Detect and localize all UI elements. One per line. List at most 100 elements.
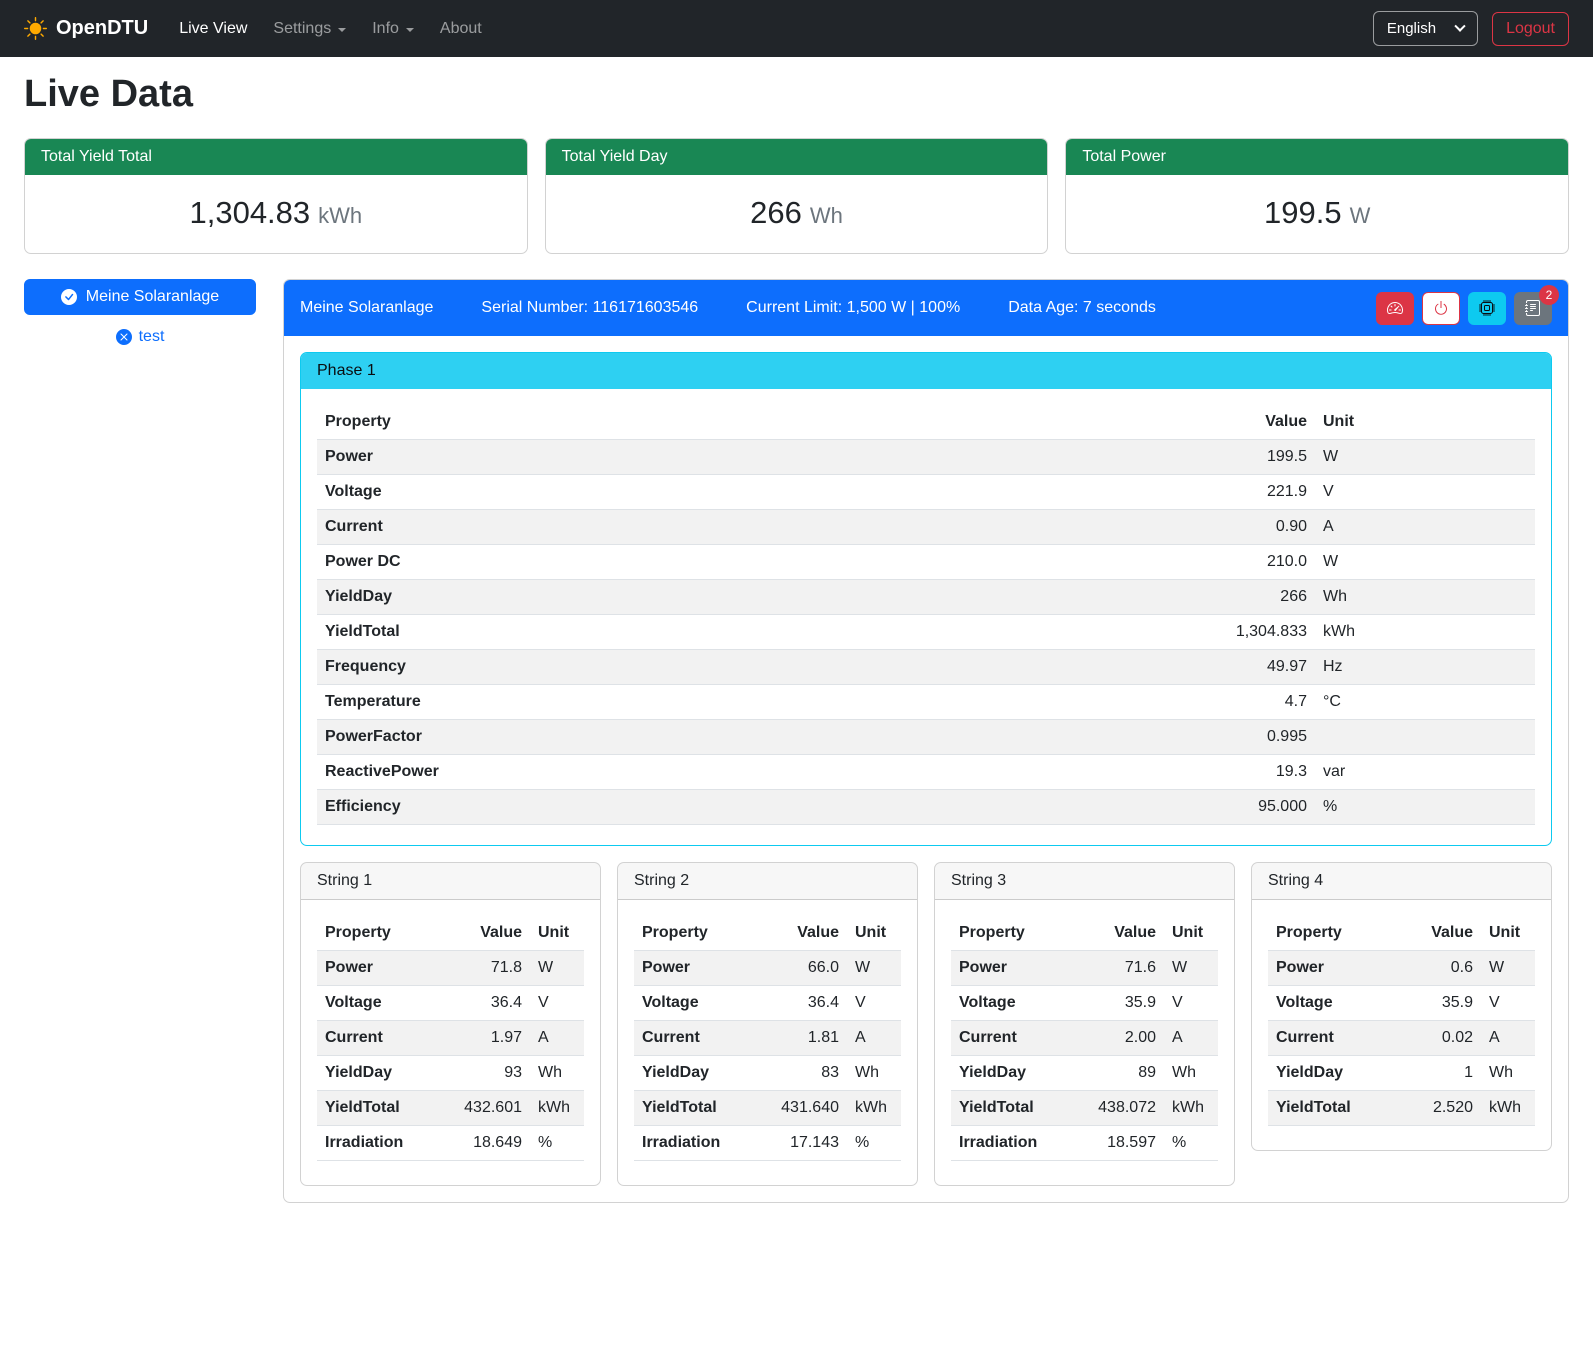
property-cell: Voltage [317, 986, 438, 1021]
property-cell: YieldDay [1268, 1056, 1389, 1091]
property-cell: Voltage [1268, 986, 1389, 1021]
unit-cell: var [1315, 755, 1535, 790]
logout-button[interactable]: Logout [1492, 12, 1569, 46]
property-cell: Current [634, 1021, 755, 1056]
unit-cell: kWh [1481, 1091, 1535, 1126]
string-card-body: PropertyValueUnit Power 0.6 W Voltage 35… [1252, 900, 1551, 1150]
property-cell: Current [317, 510, 1205, 545]
nav-item-settings[interactable]: Settings [260, 12, 359, 46]
data-age: Data Age: 7 seconds [1008, 299, 1156, 317]
page-title: Live Data [24, 73, 1569, 116]
table-row: Power 71.8 W [317, 951, 584, 986]
value-cell: 18.649 [438, 1126, 530, 1161]
nav-item-about[interactable]: About [427, 12, 495, 46]
value-cell: 35.9 [1072, 986, 1164, 1021]
string-card-title: String 4 [1252, 863, 1551, 900]
journal-button[interactable]: 2 [1514, 292, 1552, 325]
inverter-sidebar: Meine Solaranlage test [24, 279, 256, 350]
table-row: YieldDay 83 Wh [634, 1056, 901, 1091]
value-cell: 36.4 [755, 986, 847, 1021]
nav-item-live-view[interactable]: Live View [166, 12, 260, 46]
table-row: YieldDay 93 Wh [317, 1056, 584, 1091]
current-limit: Current Limit: 1,500 W | 100% [746, 299, 960, 317]
data-table: PropertyValueUnit Power 71.8 W Voltage 3… [317, 916, 584, 1161]
unit-cell: W [1481, 951, 1535, 986]
value-cell: 1,304.833 [1205, 615, 1315, 650]
data-table: PropertyValueUnit Power 66.0 W Voltage 3… [634, 916, 901, 1161]
summary-card-body: 199.5W [1066, 175, 1568, 253]
phase-card: Phase 1 PropertyValueUnit Power 199.5 W … [300, 352, 1552, 846]
value-cell: 438.072 [1072, 1091, 1164, 1126]
column-header-value: Value [755, 916, 847, 951]
property-cell: Voltage [317, 475, 1205, 510]
speedometer-icon [1387, 300, 1403, 316]
property-cell: Voltage [634, 986, 755, 1021]
summary-card-total-power: Total Power 199.5W [1065, 138, 1569, 254]
brand-link[interactable]: OpenDTU [24, 17, 148, 40]
unit-cell: W [847, 951, 901, 986]
table-row: Irradiation 17.143 % [634, 1126, 901, 1161]
value-cell: 266 [1205, 580, 1315, 615]
inverter-select-meine-solaranlage[interactable]: Meine Solaranlage [24, 279, 256, 315]
speedometer-button[interactable] [1376, 292, 1414, 325]
cpu-icon [1479, 300, 1495, 316]
language-select[interactable]: English [1373, 11, 1478, 46]
brand-label: OpenDTU [56, 17, 148, 40]
table-row: YieldTotal 432.601 kWh [317, 1091, 584, 1126]
string-card-body: PropertyValueUnit Power 66.0 W Voltage 3… [618, 900, 917, 1185]
chevron-down-icon [1454, 20, 1465, 31]
unit-cell: % [847, 1126, 901, 1161]
property-cell: YieldTotal [951, 1091, 1072, 1126]
unit-cell: Wh [1481, 1056, 1535, 1091]
table-header-row: PropertyValueUnit [317, 916, 584, 951]
string-card-string-2: String 2 PropertyValueUnit Power 66.0 W … [617, 862, 918, 1186]
summary-card-body: 266Wh [546, 175, 1048, 253]
unit-cell: A [1164, 1021, 1218, 1056]
string-card-title: String 1 [301, 863, 600, 900]
power-icon [1433, 300, 1449, 316]
property-cell: YieldDay [951, 1056, 1072, 1091]
language-select-value: English [1387, 20, 1436, 37]
unit-cell: V [847, 986, 901, 1021]
inverter-select-test[interactable]: test [24, 324, 256, 350]
table-header-row: PropertyValueUnit [634, 916, 901, 951]
property-cell: Efficiency [317, 790, 1205, 825]
cpu-button[interactable] [1468, 292, 1506, 325]
unit-cell: % [1164, 1126, 1218, 1161]
table-row: Power 199.5 W [317, 440, 1535, 475]
unit-cell: A [1481, 1021, 1535, 1056]
table-row: Current 2.00 A [951, 1021, 1218, 1056]
table-row: PowerFactor 0.995 [317, 720, 1535, 755]
property-cell: YieldDay [634, 1056, 755, 1091]
property-cell: YieldTotal [317, 615, 1205, 650]
unit-cell: Wh [1164, 1056, 1218, 1091]
column-header-property: Property [1268, 916, 1389, 951]
property-cell: YieldTotal [1268, 1091, 1389, 1126]
unit-cell: W [1315, 440, 1535, 475]
unit-cell: kWh [530, 1091, 584, 1126]
inverter-panel-header: Meine Solaranlage Serial Number: 1161716… [284, 280, 1568, 336]
string-card-title: String 3 [935, 863, 1234, 900]
property-cell: YieldTotal [634, 1091, 755, 1126]
unit-cell: % [530, 1126, 584, 1161]
sun-icon [24, 17, 47, 40]
table-row: Voltage 35.9 V [951, 986, 1218, 1021]
inverter-label: Meine Solaranlage [86, 288, 219, 306]
value-cell: 17.143 [755, 1126, 847, 1161]
unit-cell: A [530, 1021, 584, 1056]
inverter-panel-body: Phase 1 PropertyValueUnit Power 199.5 W … [284, 336, 1568, 1202]
nav-item-info[interactable]: Info [359, 12, 427, 46]
table-row: YieldTotal 438.072 kWh [951, 1091, 1218, 1126]
table-row: Power 71.6 W [951, 951, 1218, 986]
value-cell: 36.4 [438, 986, 530, 1021]
value-cell: 2.520 [1389, 1091, 1481, 1126]
inverter-panel: Meine Solaranlage Serial Number: 1161716… [283, 279, 1569, 1203]
string-card-body: PropertyValueUnit Power 71.8 W Voltage 3… [301, 900, 600, 1185]
unit-cell: W [1164, 951, 1218, 986]
unit-cell: Wh [847, 1056, 901, 1091]
unit-cell [1315, 720, 1535, 755]
table-row: YieldTotal 2.520 kWh [1268, 1091, 1535, 1126]
power-button[interactable] [1422, 292, 1460, 325]
value-cell: 89 [1072, 1056, 1164, 1091]
property-cell: YieldDay [317, 1056, 438, 1091]
